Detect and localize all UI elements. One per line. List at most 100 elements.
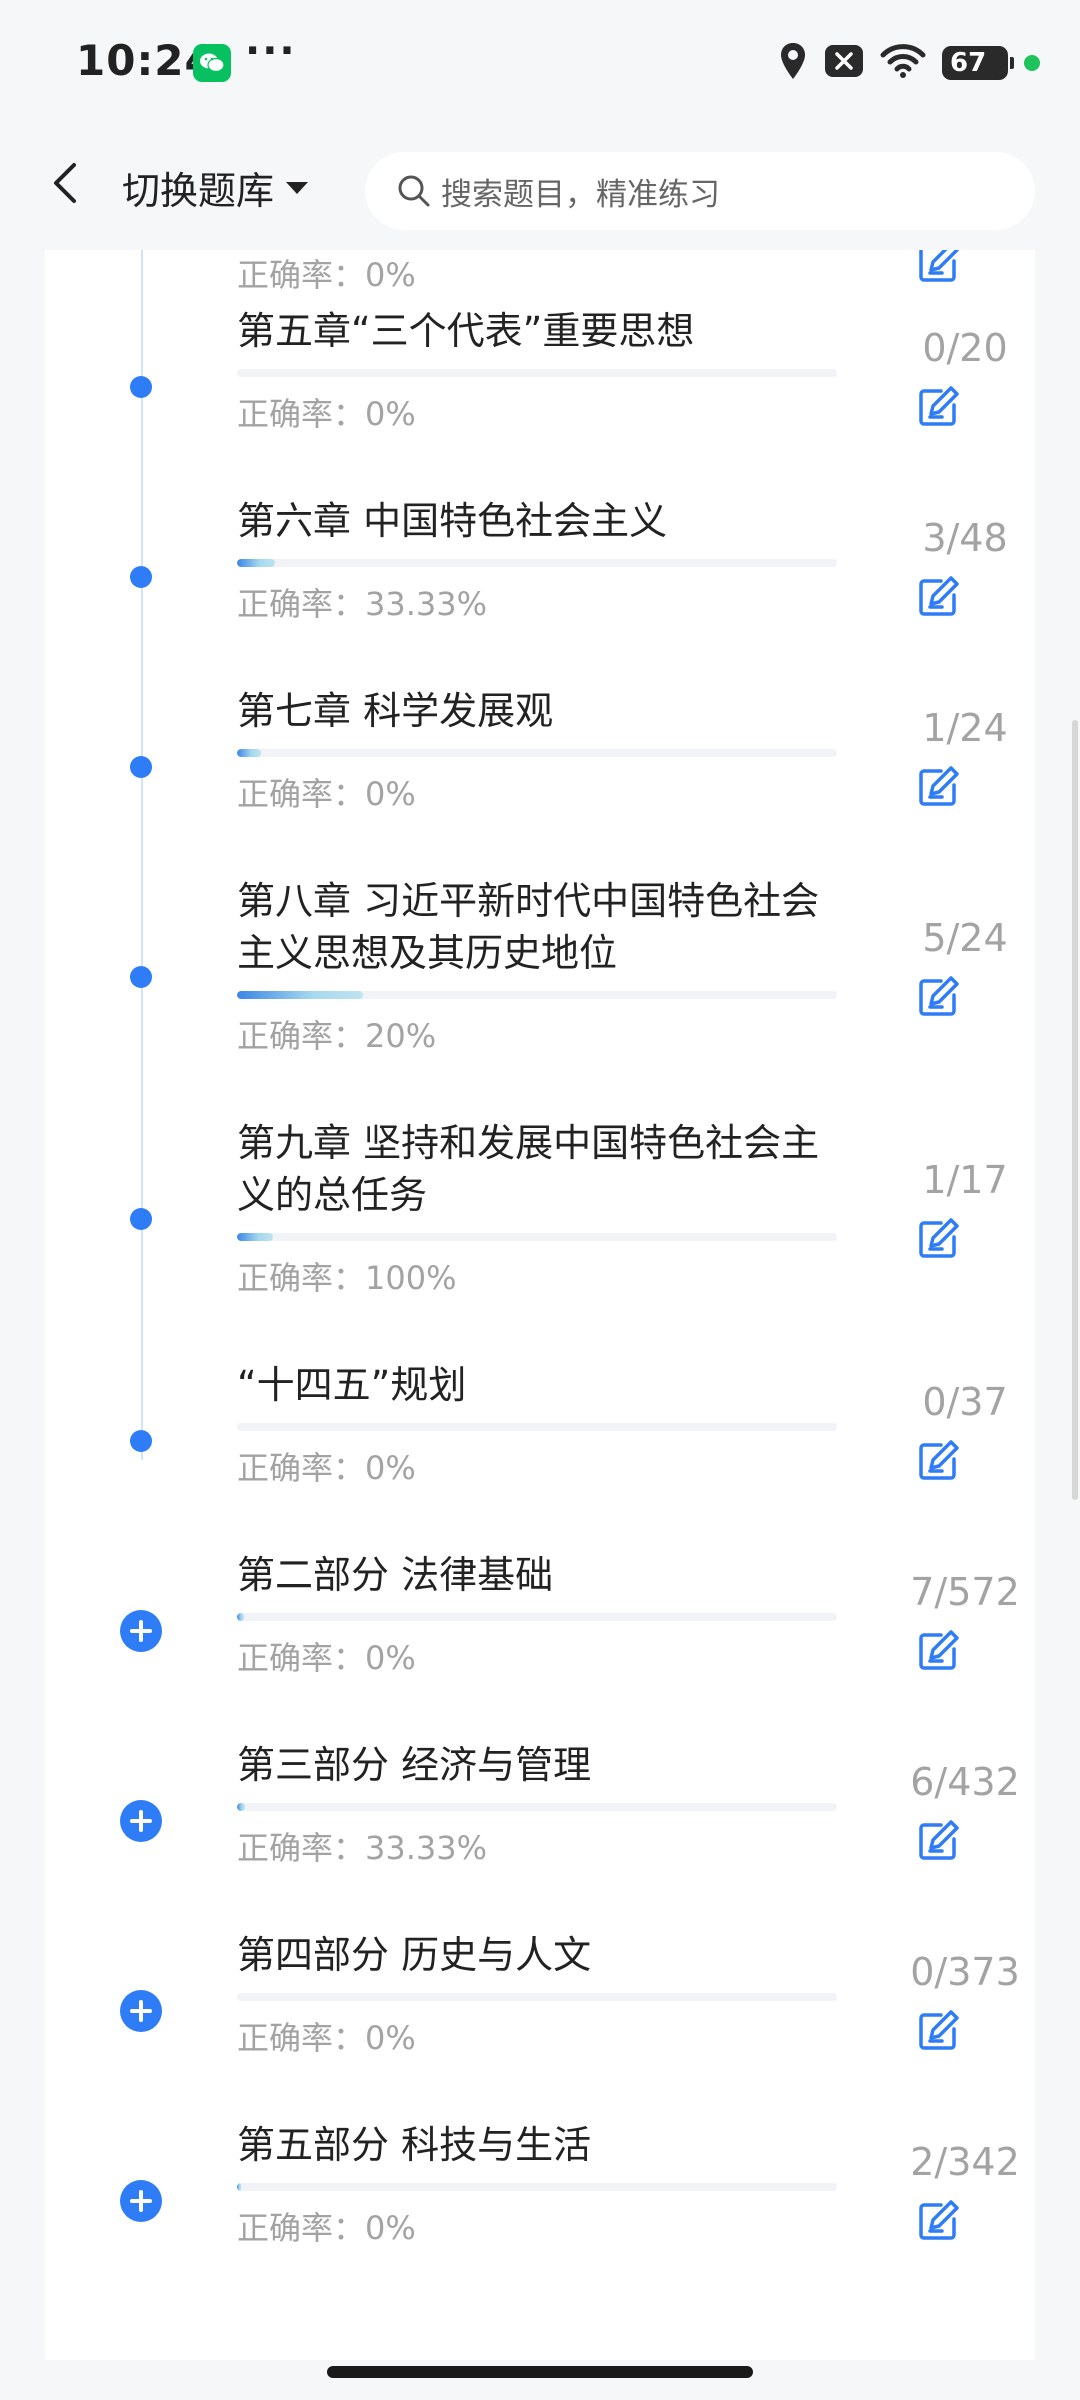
edit-practice-icon[interactable] [913, 1626, 963, 1676]
accuracy-label: 正确率： [237, 775, 366, 813]
chapter-title: “十四五”规划 [237, 1363, 467, 1407]
progress-fill [237, 991, 363, 999]
timeline-dot [130, 376, 152, 398]
question-count: 7/572 [910, 1570, 1020, 1614]
progress-bar [237, 369, 837, 377]
edit-practice-icon[interactable] [913, 1436, 963, 1486]
accuracy-value: 0% [365, 1449, 416, 1487]
accuracy-label: 正确率： [237, 2209, 366, 2247]
chevron-left-icon [54, 163, 76, 203]
chapter-title: 第五章“三个代表”重要思想 [237, 309, 695, 353]
chapter-row[interactable]: 第五章“三个代表”重要思想正确率：0% 0/20 [45, 290, 1035, 480]
accuracy-text: 正确率：0% [237, 769, 416, 815]
chapter-row[interactable]: 第六章 中国特色社会主义 正确率：33.33% 3/48 [45, 480, 1035, 670]
accuracy-label: 正确率： [237, 1829, 366, 1867]
chapter-list: 正确率：0% 第五章“三个代表”重要思想 正确率：0% 0/20 第六章 中国特色社会主… [45, 250, 1035, 2360]
timeline-dot [130, 756, 152, 778]
accuracy-label: 正确率： [237, 395, 366, 433]
chapter-title: 第九章 坚持和发展中国特色社会主义的总任务 [237, 1121, 820, 1217]
location-icon [778, 41, 808, 85]
chapter-title: 第二部分 法律基础 [237, 1553, 554, 1597]
timeline-dot [130, 966, 152, 988]
edit-practice-icon[interactable] [913, 2006, 963, 2056]
chapter-title: 第五部分 科技与生活 [237, 2123, 592, 2167]
accuracy-text: 正确率：0% [237, 1443, 416, 1489]
chapter-row[interactable]: 第八章 习近平新时代中国特色社会主义思想及其历史地位 正确率：20% 5/24 [45, 860, 1035, 1055]
question-count: 2/342 [910, 2140, 1020, 2184]
expand-plus-icon[interactable] [120, 1610, 162, 1652]
chapter-row[interactable]: 正确率：0% [45, 250, 1035, 294]
search-icon [398, 175, 430, 207]
progress-fill [237, 749, 261, 757]
progress-bar [237, 1233, 837, 1241]
wifi-icon [880, 43, 926, 83]
wechat-notification-icon [193, 44, 231, 82]
question-count: 3/48 [922, 516, 1008, 560]
edit-practice-icon[interactable] [913, 250, 963, 288]
progress-bar [237, 559, 837, 567]
chapter-row[interactable]: 第四部分 历史与人文 正确率：0% 0/373 [45, 1914, 1035, 2104]
accuracy-text: 正确率：100% [237, 1253, 457, 1299]
chapter-row[interactable]: 第五部分 科技与生活 正确率：0% 2/342 [45, 2104, 1035, 2294]
edit-practice-icon[interactable] [913, 382, 963, 432]
progress-fill [237, 1233, 273, 1241]
chapter-row[interactable]: “十四五”规划 正确率：0% 0/37 [45, 1344, 1035, 1534]
home-indicator[interactable] [327, 2366, 753, 2378]
accuracy-label: 正确率： [237, 2019, 366, 2057]
accuracy-value: 0% [365, 395, 416, 433]
edit-practice-icon[interactable] [913, 762, 963, 812]
accuracy-label: 正确率： [237, 1449, 366, 1487]
accuracy-value: 0% [365, 1639, 416, 1677]
accuracy-value: 33.33% [365, 585, 488, 623]
privacy-indicator-icon [1024, 55, 1040, 71]
chapter-title: 第三部分 经济与管理 [237, 1743, 592, 1787]
accuracy-text: 正确率：33.33% [237, 1823, 487, 1869]
progress-bar [237, 1613, 837, 1621]
expand-plus-icon[interactable] [120, 1990, 162, 2032]
scrollbar[interactable] [1072, 720, 1078, 1500]
accuracy-label: 正确率： [237, 1017, 366, 1055]
edit-practice-icon[interactable] [913, 1214, 963, 1264]
accuracy-text: 正确率：33.33% [237, 579, 487, 625]
accuracy-text: 正确率：0% [237, 1633, 416, 1679]
search-placeholder: 搜索题目，精准练习 [441, 176, 720, 213]
edit-practice-icon[interactable] [913, 572, 963, 622]
search-input[interactable]: 搜索题目，精准练习 [365, 152, 1035, 230]
progress-bar [237, 2183, 837, 2191]
switch-question-bank-dropdown[interactable]: 切换题库 [122, 160, 310, 215]
question-count: 1/17 [922, 1158, 1008, 1202]
chapter-row[interactable]: 第二部分 法律基础 正确率：0% 7/572 [45, 1534, 1035, 1724]
chapter-title: 第八章 习近平新时代中国特色社会主义思想及其历史地位 [237, 879, 820, 975]
chapter-row[interactable]: 第三部分 经济与管理 正确率：33.33% 6/432 [45, 1724, 1035, 1914]
chapter-row[interactable]: 第七章 科学发展观 正确率：0% 1/24 [45, 670, 1035, 860]
chapter-row[interactable]: 第九章 坚持和发展中国特色社会主义的总任务正确率：100% 1/17 [45, 1102, 1035, 1297]
accuracy-value: 33.33% [365, 1829, 488, 1867]
edit-practice-icon[interactable] [913, 2196, 963, 2246]
chapter-title: 第七章 科学发展观 [237, 689, 554, 733]
silent-notification-icon [824, 44, 864, 82]
question-count: 5/24 [922, 916, 1008, 960]
question-count: 0/373 [910, 1950, 1020, 1994]
status-bar: 10:24 ··· 67 [0, 0, 1080, 120]
accuracy-label: 正确率： [237, 585, 366, 623]
edit-practice-icon[interactable] [913, 1816, 963, 1866]
top-navigation: 切换题库 搜索题目，精准练习 [0, 120, 1080, 250]
edit-practice-icon[interactable] [913, 972, 963, 1022]
progress-fill [237, 2183, 241, 2191]
accuracy-label: 正确率： [237, 1259, 366, 1297]
accuracy-value: 0% [365, 775, 416, 813]
accuracy-text: 正确率：0% [237, 2203, 416, 2249]
timeline-dot [130, 1208, 152, 1230]
back-button[interactable] [40, 158, 90, 208]
progress-bar [237, 1803, 837, 1811]
question-count: 1/24 [922, 706, 1008, 750]
expand-plus-icon[interactable] [120, 1800, 162, 1842]
accuracy-value: 0% [365, 2209, 416, 2247]
expand-plus-icon[interactable] [120, 2180, 162, 2222]
progress-bar [237, 749, 837, 757]
accuracy-value: 100% [365, 1259, 457, 1297]
accuracy-label: 正确率： [237, 256, 366, 294]
accuracy-text: 正确率：0% [237, 2013, 416, 2059]
progress-bar [237, 991, 837, 999]
question-count: 0/20 [922, 326, 1008, 370]
